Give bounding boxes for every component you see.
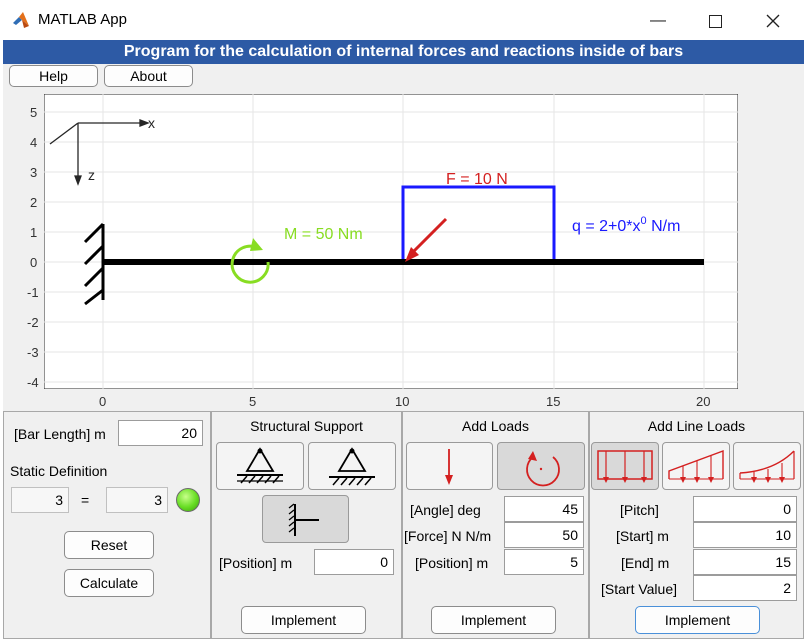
equals-sign: = (81, 492, 90, 508)
loads-implement-button[interactable]: Implement (431, 606, 556, 634)
axis-x-label: x (148, 115, 155, 131)
static-right-field: 3 (106, 487, 168, 513)
x-tick-label: 20 (696, 394, 711, 409)
axis-z-label: z (88, 167, 95, 183)
parabolic-line-load-button[interactable] (733, 442, 801, 490)
matlab-logo-icon (13, 12, 29, 28)
point-force-button[interactable] (406, 442, 493, 490)
pinned-support-button[interactable] (216, 442, 304, 490)
static-lamp-indicator (176, 488, 200, 512)
moment-rotate-icon (526, 451, 560, 487)
moment-load-button[interactable] (497, 442, 585, 490)
load-position-input[interactable]: 5 (504, 549, 584, 575)
reset-button[interactable]: Reset (64, 531, 154, 559)
moment-label: M = 50 Nm (284, 226, 363, 243)
start-value-label: [Start Value] (601, 581, 678, 597)
plot-area (44, 94, 738, 389)
linear-load-icon (668, 449, 724, 483)
pitch-label: [Pitch] (620, 502, 659, 518)
uniform-load-icon (597, 450, 653, 483)
parabolic-load-icon (739, 450, 795, 483)
roller-support-button[interactable] (308, 442, 396, 490)
add-line-loads-title: Add Line Loads (647, 418, 746, 434)
bar-length-input[interactable]: 20 (118, 420, 203, 446)
calculate-button[interactable]: Calculate (64, 569, 154, 597)
x-tick-label: 15 (546, 394, 561, 409)
help-button[interactable]: Help (9, 65, 98, 87)
title-bar: MATLAB App — (0, 0, 807, 40)
y-tick-label: 1 (30, 225, 38, 240)
beam-plot: x z M = 50 Nm F = 10 N q = 2+0*x0 N/m (44, 94, 738, 389)
fixed-support-icon (288, 503, 319, 536)
window-title: MATLAB App (38, 11, 127, 28)
y-tick-label: 0 (30, 255, 38, 270)
y-tick-label: 5 (30, 105, 38, 120)
end-label: [End] m (621, 555, 670, 571)
uniform-line-load-button[interactable] (591, 442, 659, 490)
force-label: [Force] N N/m (404, 528, 492, 544)
x-tick-label: 5 (249, 394, 257, 409)
arrow-down-icon (445, 449, 453, 485)
angle-input[interactable]: 45 (504, 496, 584, 522)
about-button[interactable]: About (104, 65, 193, 87)
y-tick-label: 4 (30, 135, 38, 150)
y-tick-label: -2 (27, 315, 39, 330)
start-label: [Start] m (616, 528, 669, 544)
static-left-field: 3 (11, 487, 69, 513)
minimize-icon[interactable]: — (643, 6, 673, 36)
support-implement-button[interactable]: Implement (241, 606, 366, 634)
load-position-label: [Position] m (415, 555, 489, 571)
pitch-input[interactable]: 0 (693, 496, 797, 522)
force-label: F = 10 N (446, 171, 508, 188)
line-load-label: q = 2+0*x0 N/m (572, 215, 680, 235)
support-position-input[interactable]: 0 (314, 549, 394, 575)
force-input[interactable]: 50 (504, 522, 584, 548)
bar-length-label: [Bar Length] m (14, 426, 106, 442)
x-tick-label: 10 (395, 394, 410, 409)
maximize-icon[interactable] (700, 6, 730, 36)
x-tick-label: 0 (99, 394, 107, 409)
line-loads-implement-button[interactable]: Implement (635, 606, 760, 634)
close-icon[interactable] (758, 6, 788, 36)
y-tick-label: -3 (27, 345, 39, 360)
roller-support-icon (329, 447, 375, 486)
structural-support-title: Structural Support (250, 418, 363, 434)
linear-line-load-button[interactable] (662, 442, 730, 490)
y-tick-label: -4 (27, 375, 39, 390)
y-tick-label: 3 (30, 165, 38, 180)
start-value-input[interactable]: 2 (693, 575, 797, 601)
start-input[interactable]: 10 (693, 522, 797, 548)
program-title-banner: Program for the calculation of internal … (3, 40, 804, 64)
static-definition-label: Static Definition (10, 463, 108, 479)
fixed-support-button[interactable] (262, 495, 349, 543)
y-tick-label: 2 (30, 195, 38, 210)
add-loads-title: Add Loads (462, 418, 529, 434)
end-input[interactable]: 15 (693, 549, 797, 575)
support-position-label: [Position] m (219, 555, 293, 571)
angle-label: [Angle] deg (410, 502, 481, 518)
pinned-support-icon (237, 447, 283, 484)
y-tick-label: -1 (27, 285, 39, 300)
